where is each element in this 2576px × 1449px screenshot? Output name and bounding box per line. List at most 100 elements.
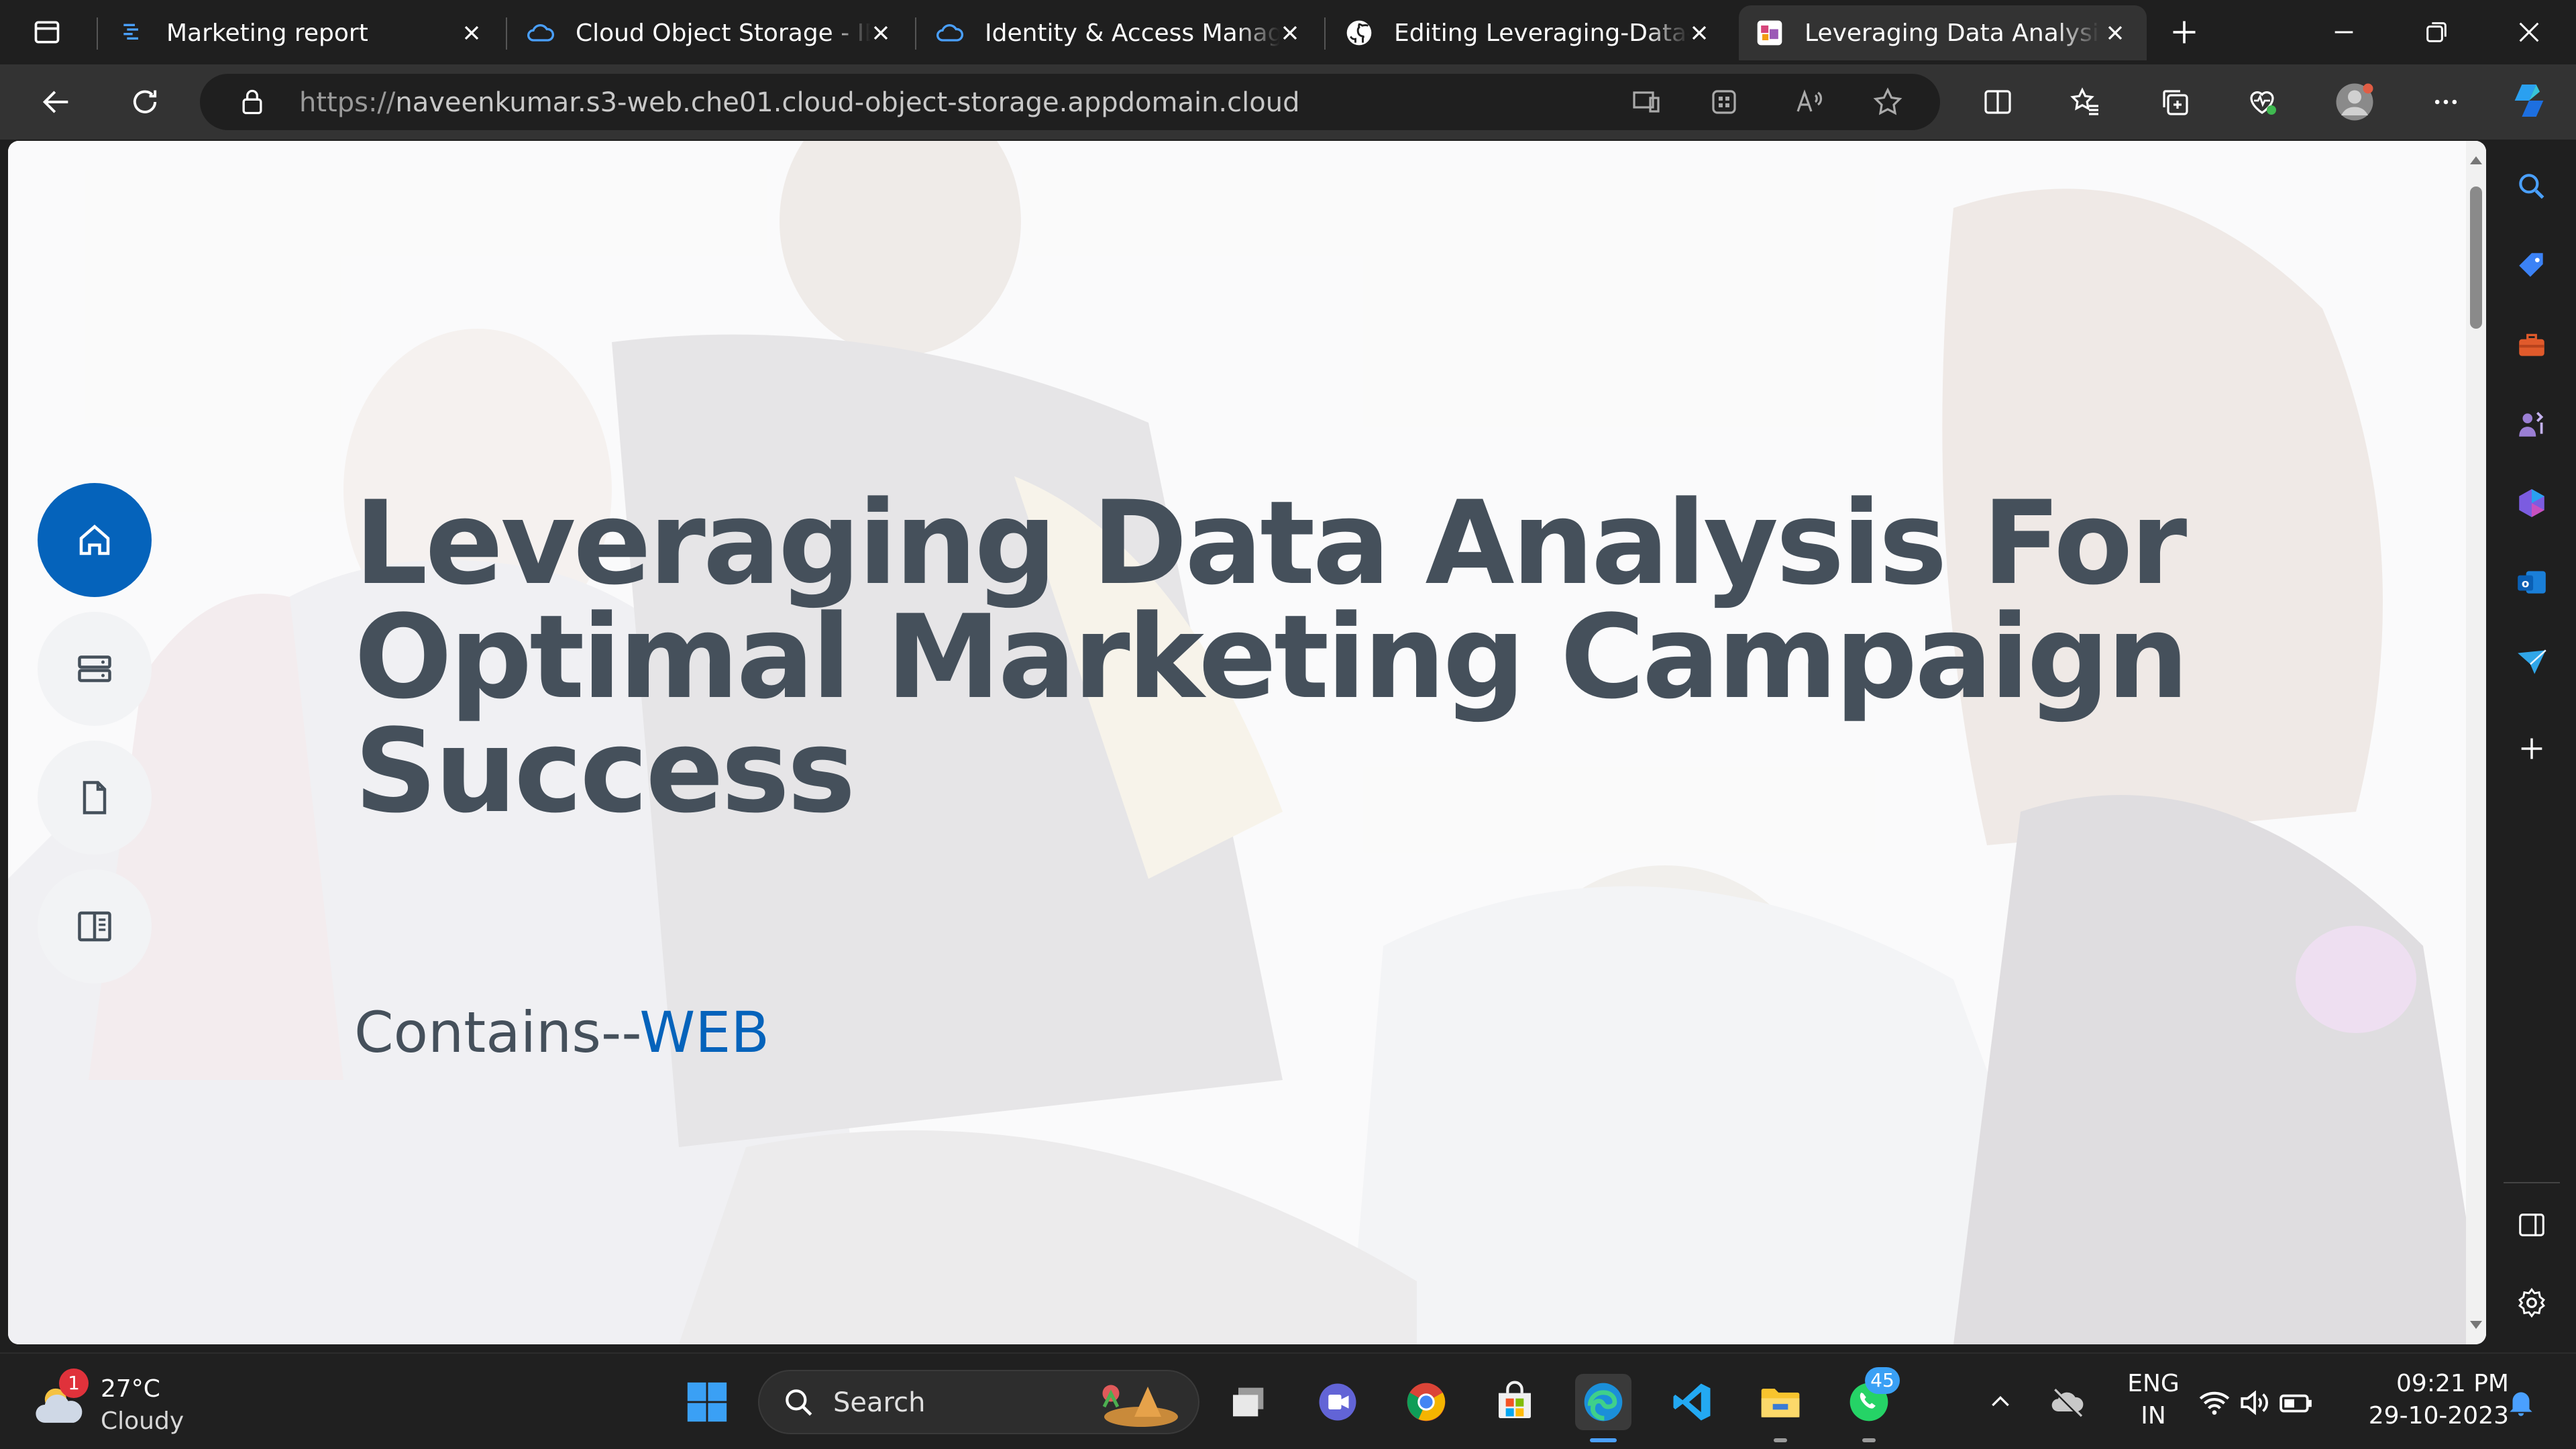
task-view-icon <box>1233 1387 1264 1417</box>
file-explorer-button[interactable] <box>1752 1374 1809 1430</box>
tab-cloud-object-storage[interactable]: Cloud Object Storage - IBM Cloud <box>510 5 912 60</box>
hide-sidebar-icon[interactable] <box>2510 1203 2553 1246</box>
tab-leveraging-data-analysis[interactable]: Leveraging Data Analysis For Optimal <box>1739 5 2147 60</box>
web-page: Leveraging Data Analysis For Optimal Mar… <box>8 141 2486 1344</box>
read-aloud-icon[interactable] <box>1787 80 1830 123</box>
wifi-icon <box>2199 1391 2230 1415</box>
close-tab-icon[interactable] <box>1277 20 1303 46</box>
refresh-icon[interactable] <box>123 80 166 123</box>
edge-icon <box>1584 1383 1623 1421</box>
close-tab-icon[interactable] <box>459 20 484 46</box>
microsoft-store-button[interactable] <box>1487 1374 1543 1430</box>
weather-widget[interactable]: 1 27°C Cloudy <box>27 1368 228 1436</box>
favorites-icon[interactable] <box>2063 80 2106 123</box>
microsoft-365-icon[interactable] <box>2510 482 2553 525</box>
close-tab-icon[interactable] <box>868 20 894 46</box>
close-tab-icon[interactable] <box>2102 20 2128 46</box>
send-drop-icon[interactable] <box>2510 640 2553 683</box>
extensions-grid-icon[interactable] <box>1703 80 1746 123</box>
teams-chat-button[interactable] <box>1309 1374 1366 1430</box>
store-icon <box>1499 1381 1531 1418</box>
notifications-button[interactable] <box>2493 1374 2549 1430</box>
onedrive-button[interactable] <box>2039 1374 2096 1430</box>
taskbar-search-box[interactable]: Search <box>758 1370 1199 1434</box>
teams-icon <box>1319 1383 1356 1421</box>
tab-title: Editing Leveraging-Data-Analysis <box>1394 19 1689 47</box>
chrome-icon <box>1407 1383 1446 1421</box>
tools-briefcase-icon[interactable] <box>2510 323 2553 366</box>
browser-essentials-icon[interactable] <box>2241 80 2284 123</box>
language-code: ENG <box>2127 1370 2180 1397</box>
task-view-button[interactable] <box>1221 1374 1277 1430</box>
svg-text:o: o <box>2522 577 2529 590</box>
language-switch[interactable]: ENG IN <box>2113 1370 2194 1430</box>
vscode-button[interactable] <box>1664 1374 1720 1430</box>
tab-strip: Marketing report Cloud Object Storage - … <box>0 0 2576 64</box>
github-icon <box>1344 18 1374 48</box>
search-icon <box>786 1389 812 1416</box>
url-text: https://naveenkumar.s3-web.che01.cloud-o… <box>299 87 1299 118</box>
url-scheme: https:// <box>299 87 396 118</box>
clock-time: 09:21 PM <box>2396 1370 2509 1397</box>
scroll-down-icon[interactable] <box>2466 1315 2486 1335</box>
tab-github-editing[interactable]: Editing Leveraging-Data-Analysis <box>1328 5 1731 60</box>
profile-avatar-icon[interactable] <box>2333 80 2376 123</box>
show-hidden-icons-button[interactable] <box>1972 1374 2029 1430</box>
outlook-icon[interactable]: o <box>2510 561 2553 604</box>
scroll-thumb[interactable] <box>2470 186 2482 329</box>
nav-services-button[interactable] <box>38 612 152 726</box>
weather-alert-badge: 1 <box>59 1368 89 1398</box>
bell-icon <box>2510 1392 2532 1416</box>
clock[interactable]: 09:21 PM 29-10-2023 <box>2348 1370 2509 1430</box>
tab-actions-icon[interactable] <box>25 11 68 54</box>
hero-subtitle: Contains--WEB <box>354 1000 769 1065</box>
active-app-indicator <box>1590 1438 1617 1442</box>
vscode-icon <box>1673 1383 1711 1421</box>
browser-toolbar: https://naveenkumar.s3-web.che01.cloud-o… <box>0 64 2576 140</box>
back-icon[interactable] <box>35 80 78 123</box>
whatsapp-badge: 45 <box>1865 1367 1900 1394</box>
nav-document-button[interactable] <box>38 741 152 855</box>
chrome-button[interactable] <box>1398 1374 1454 1430</box>
add-sidebar-app-icon[interactable] <box>2510 727 2553 770</box>
file-icon <box>83 781 107 814</box>
nav-home-button[interactable] <box>38 483 152 597</box>
new-tab-icon[interactable] <box>2163 11 2206 54</box>
folder-icon <box>1761 1389 1800 1417</box>
start-button[interactable] <box>679 1374 735 1430</box>
shopping-tag-icon[interactable] <box>2510 244 2553 287</box>
scroll-up-icon[interactable] <box>2466 150 2486 170</box>
windows-taskbar: 1 27°C Cloudy Search 45 ENG IN 09:21 PM … <box>0 1352 2576 1449</box>
minimize-icon[interactable] <box>2322 11 2365 54</box>
tab-identity-access[interactable]: Identity & Access Management <box>919 5 1322 60</box>
hero-typed-text: WEB <box>639 1000 770 1065</box>
close-tab-icon[interactable] <box>1686 20 1712 46</box>
site-favicon-icon <box>1755 18 1784 48</box>
games-icon[interactable] <box>2510 402 2553 445</box>
app-available-icon[interactable] <box>1625 80 1668 123</box>
edge-button[interactable] <box>1575 1374 1631 1430</box>
volume-icon <box>2241 1390 2268 1415</box>
tab-title: Leveraging Data Analysis For Optimal <box>1805 19 2100 47</box>
copilot-icon[interactable] <box>2508 79 2551 122</box>
windows-logo-icon <box>687 1382 727 1422</box>
hero-title: Leveraging Data Analysis For Optimal Mar… <box>354 476 2189 839</box>
favorite-star-icon[interactable] <box>1866 80 1909 123</box>
page-scrollbar[interactable] <box>2466 141 2486 1344</box>
quick-settings-button[interactable] <box>2194 1374 2321 1430</box>
edge-sidebar: o <box>2487 141 2576 1344</box>
collections-icon[interactable] <box>2153 80 2196 123</box>
tab-marketing-report[interactable]: Marketing report <box>101 5 503 60</box>
server-icon <box>78 655 111 682</box>
more-options-icon[interactable] <box>2424 80 2467 123</box>
nav-book-button[interactable] <box>38 869 152 983</box>
sidebar-settings-icon[interactable] <box>2510 1281 2553 1324</box>
region-code: IN <box>2141 1402 2166 1430</box>
close-window-icon[interactable] <box>2508 11 2551 54</box>
search-icon[interactable] <box>2510 165 2553 208</box>
address-bar[interactable]: https://naveenkumar.s3-web.che01.cloud-o… <box>200 74 1940 130</box>
restore-icon[interactable] <box>2415 11 2458 54</box>
split-screen-icon[interactable] <box>1976 80 2019 123</box>
search-label: Search <box>833 1387 926 1418</box>
lock-icon[interactable] <box>231 80 274 123</box>
